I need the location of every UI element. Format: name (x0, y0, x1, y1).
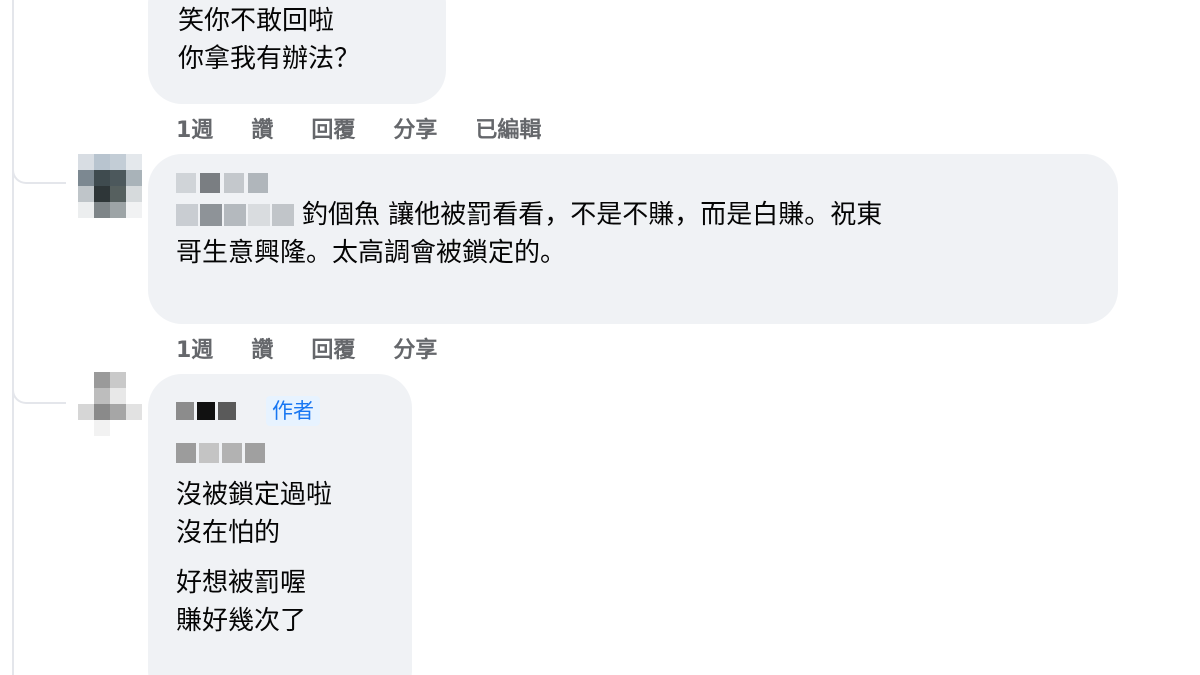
comment-thread: 笑你不敢回啦 你拿我有辦法？ 1週 讚 回覆 分享 已編輯 釣個魚 讓他被罰看看… (0, 0, 1200, 675)
thread-branch (12, 164, 66, 184)
reply-button[interactable]: 回覆 (311, 332, 355, 364)
comment-text: 沒在怕的 (176, 518, 281, 548)
share-button[interactable]: 分享 (393, 112, 437, 144)
share-button[interactable]: 分享 (393, 332, 437, 364)
avatar[interactable] (78, 372, 142, 436)
reply-button[interactable]: 回覆 (311, 112, 355, 144)
comment-timestamp[interactable]: 1週 (176, 332, 213, 364)
author-name[interactable] (176, 170, 1088, 196)
comment-text: 你拿我有辦法？ (178, 44, 361, 74)
author-badge: 作者 (266, 396, 320, 426)
comment-bubble: 作者 沒被鎖定過啦 沒在怕的 好想被罰喔 賺好幾次了 (148, 374, 412, 675)
avatar[interactable] (78, 154, 142, 218)
mentioned-user[interactable] (176, 440, 392, 466)
comment-text: 釣個魚 讓他被罰看看，不是不賺，而是白賺。祝東 (302, 200, 883, 230)
like-button[interactable]: 讚 (251, 332, 273, 364)
like-button[interactable]: 讚 (251, 112, 273, 144)
comment-text: 笑你不敢回啦 (178, 6, 335, 36)
comment-actions: 1週 讚 回覆 分享 已編輯 (176, 112, 579, 144)
comment-bubble: 笑你不敢回啦 你拿我有辦法？ (148, 0, 446, 104)
comment-text: 賺好幾次了 (176, 606, 307, 636)
thread-branch (12, 384, 66, 404)
comment-actions: 1週 讚 回覆 分享 (176, 332, 475, 364)
mentioned-user[interactable] (176, 204, 294, 226)
comment-bubble: 釣個魚 讓他被罰看看，不是不賺，而是白賺。祝東 哥生意興隆。太高調會被鎖定的。 (148, 154, 1118, 324)
comment-timestamp[interactable]: 1週 (176, 112, 213, 144)
comment-text: 好想被罰喔 (176, 568, 307, 598)
comment-text: 哥生意興隆。太高調會被鎖定的。 (176, 238, 567, 268)
edited-label[interactable]: 已編輯 (475, 112, 541, 144)
comment-text: 沒被鎖定過啦 (176, 480, 333, 510)
author-name[interactable] (176, 402, 236, 420)
thread-line (12, 0, 14, 675)
